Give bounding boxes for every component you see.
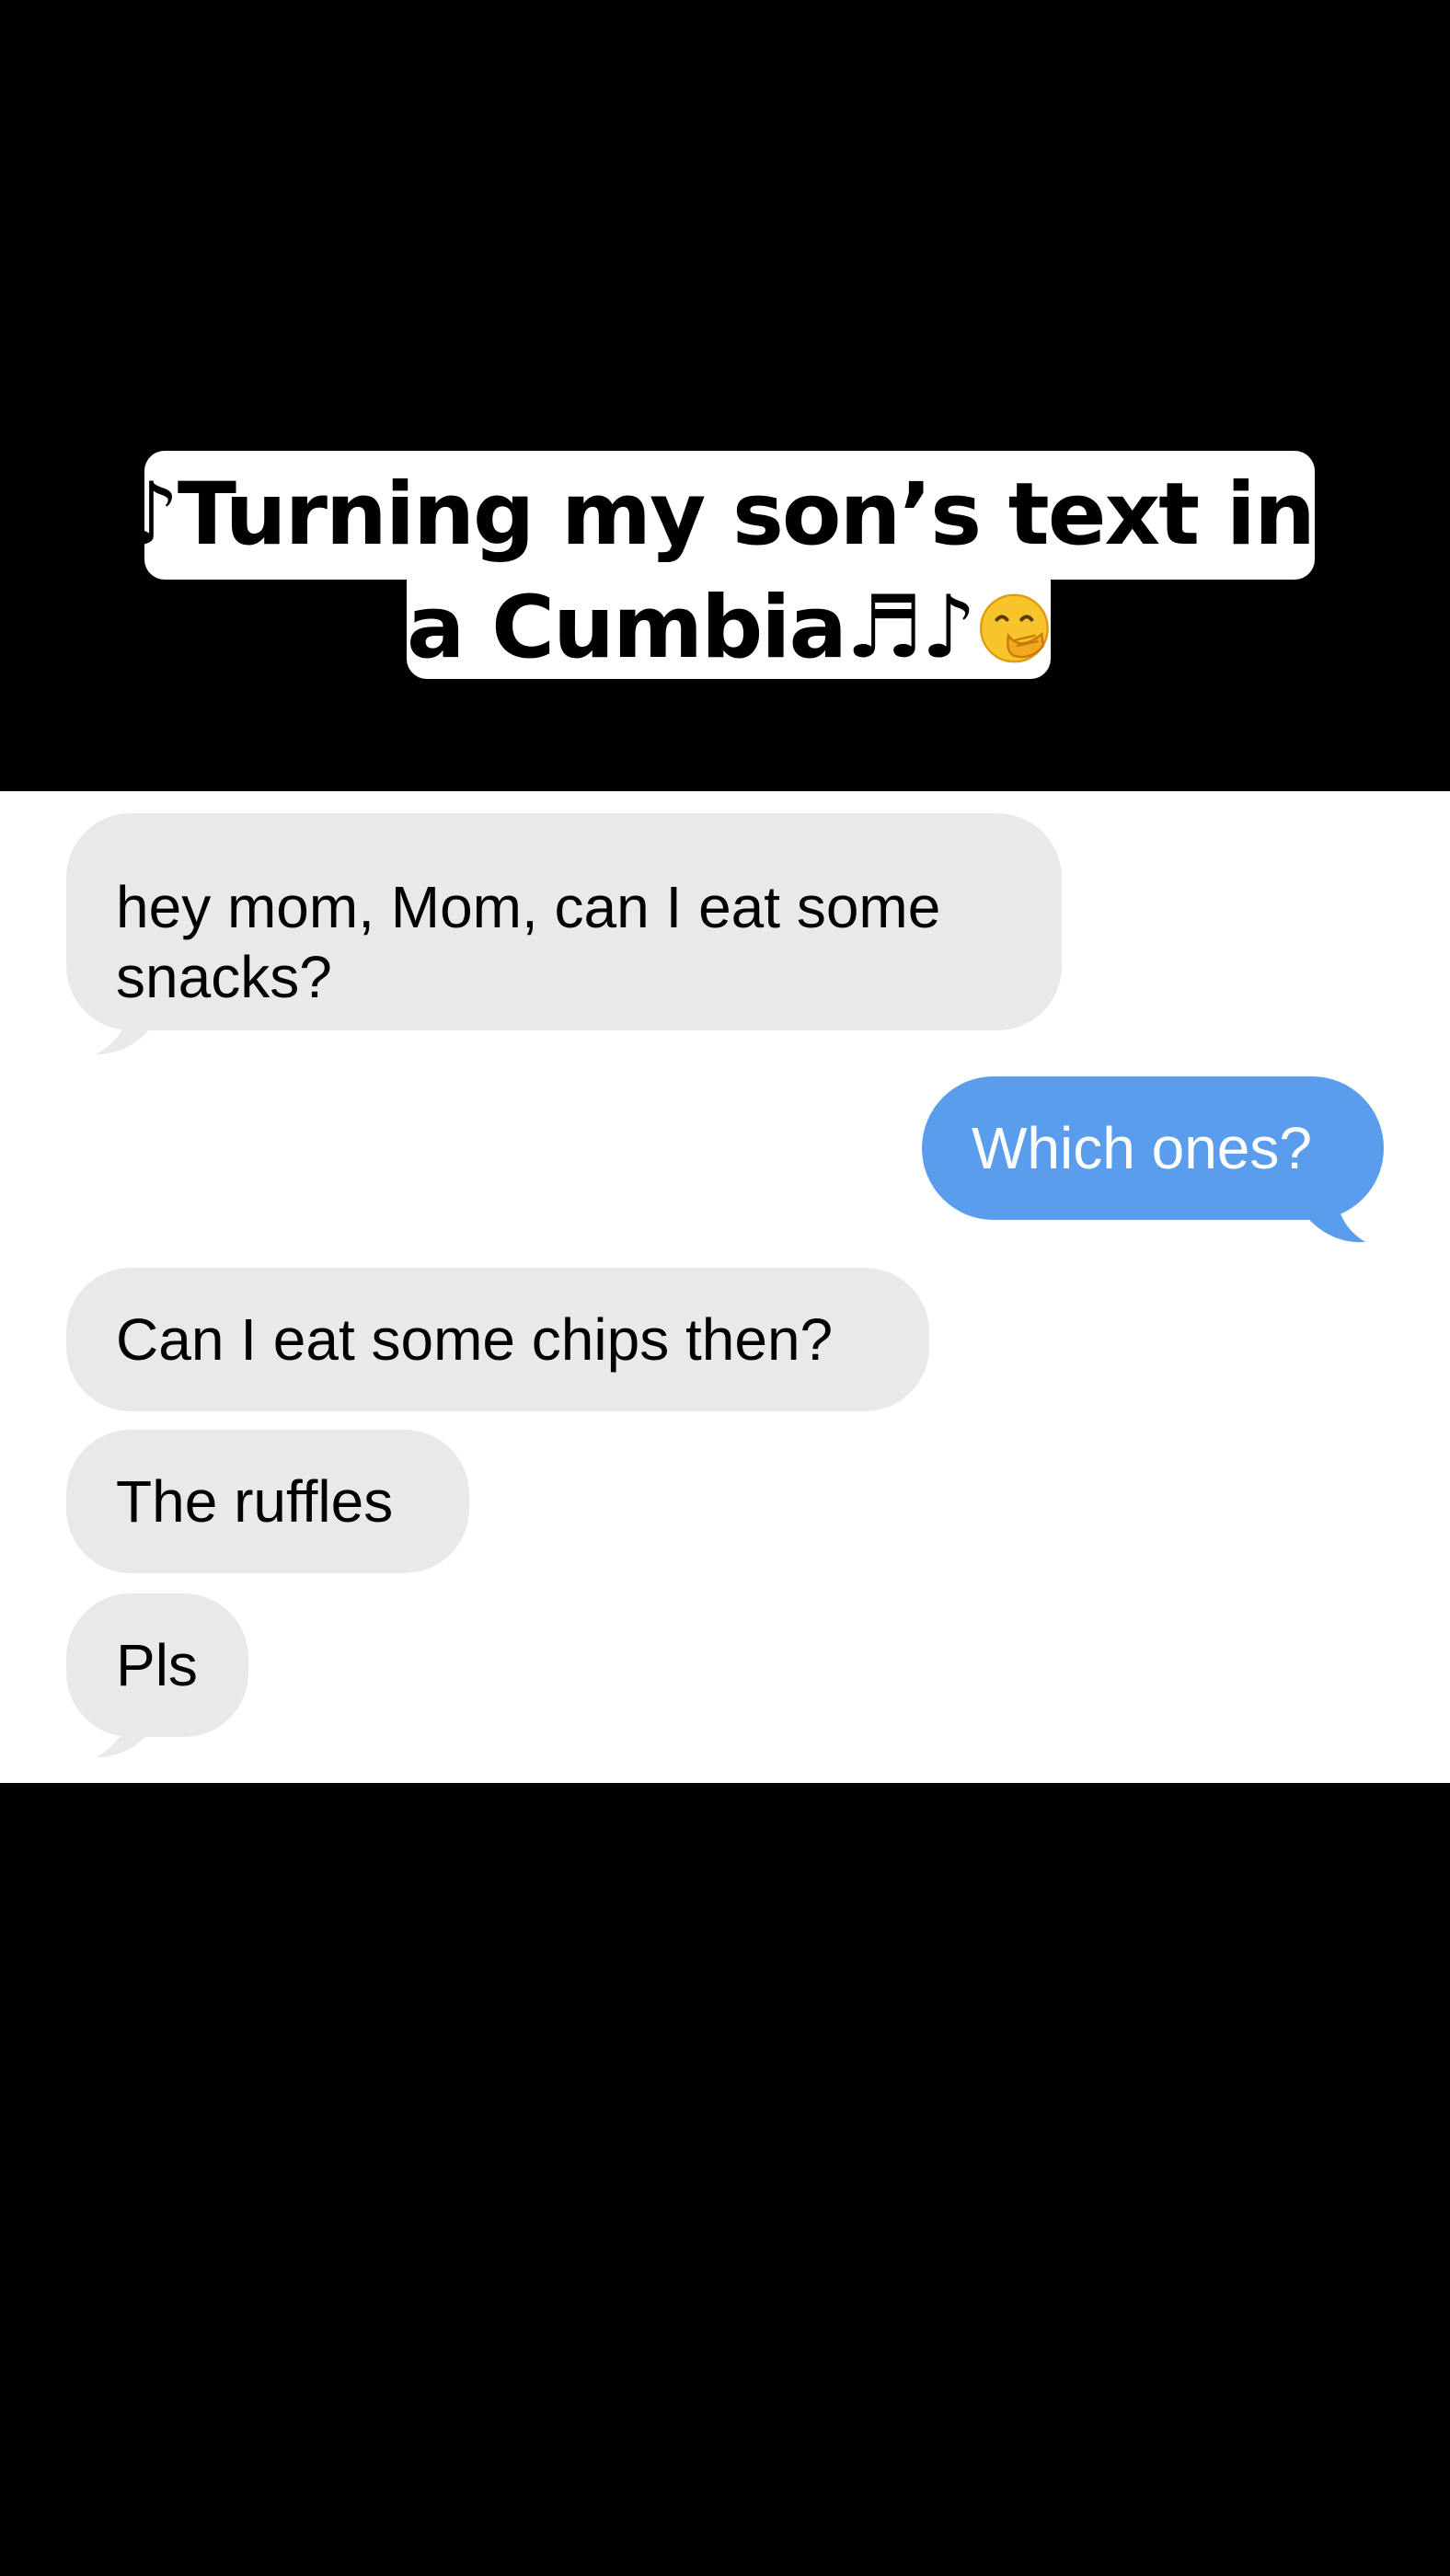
video-caption: ♬♪ Turning my son’s text into a Cumbia ♬♪: [0, 0, 1450, 791]
bubble-tail-icon: [1305, 1194, 1365, 1243]
message-text: Pls: [116, 1632, 198, 1698]
face-with-hand-over-mouth-icon: [980, 593, 1050, 663]
caption-text-2: a Cumbia: [407, 578, 847, 678]
incoming-message[interactable]: Can I eat some chips then?: [66, 1268, 929, 1411]
message-text: Can I eat some chips then?: [116, 1306, 834, 1373]
message-text: The ruffles: [116, 1468, 394, 1535]
caption-text-1: Turning my son’s text into: [177, 465, 1413, 565]
musical-notes-icon: ♬♪: [48, 465, 179, 565]
bubble-tail-icon: [96, 1711, 153, 1757]
message-thread[interactable]: hey mom, Mom, can I eat some snacks? Whi…: [0, 791, 1450, 1783]
incoming-message[interactable]: hey mom, Mom, can I eat some snacks?: [66, 813, 1062, 1030]
musical-notes-icon: ♬♪: [845, 578, 976, 678]
caption-line-1: ♬♪ Turning my son’s text into: [49, 451, 1412, 580]
message-text: hey mom, Mom, can I eat some snacks?: [116, 874, 941, 1010]
caption-line-2: a Cumbia ♬♪: [407, 578, 1051, 679]
bubble-tail-icon: [96, 1008, 153, 1054]
message-text: Which ones?: [972, 1115, 1312, 1181]
incoming-message[interactable]: The ruffles: [66, 1430, 469, 1573]
